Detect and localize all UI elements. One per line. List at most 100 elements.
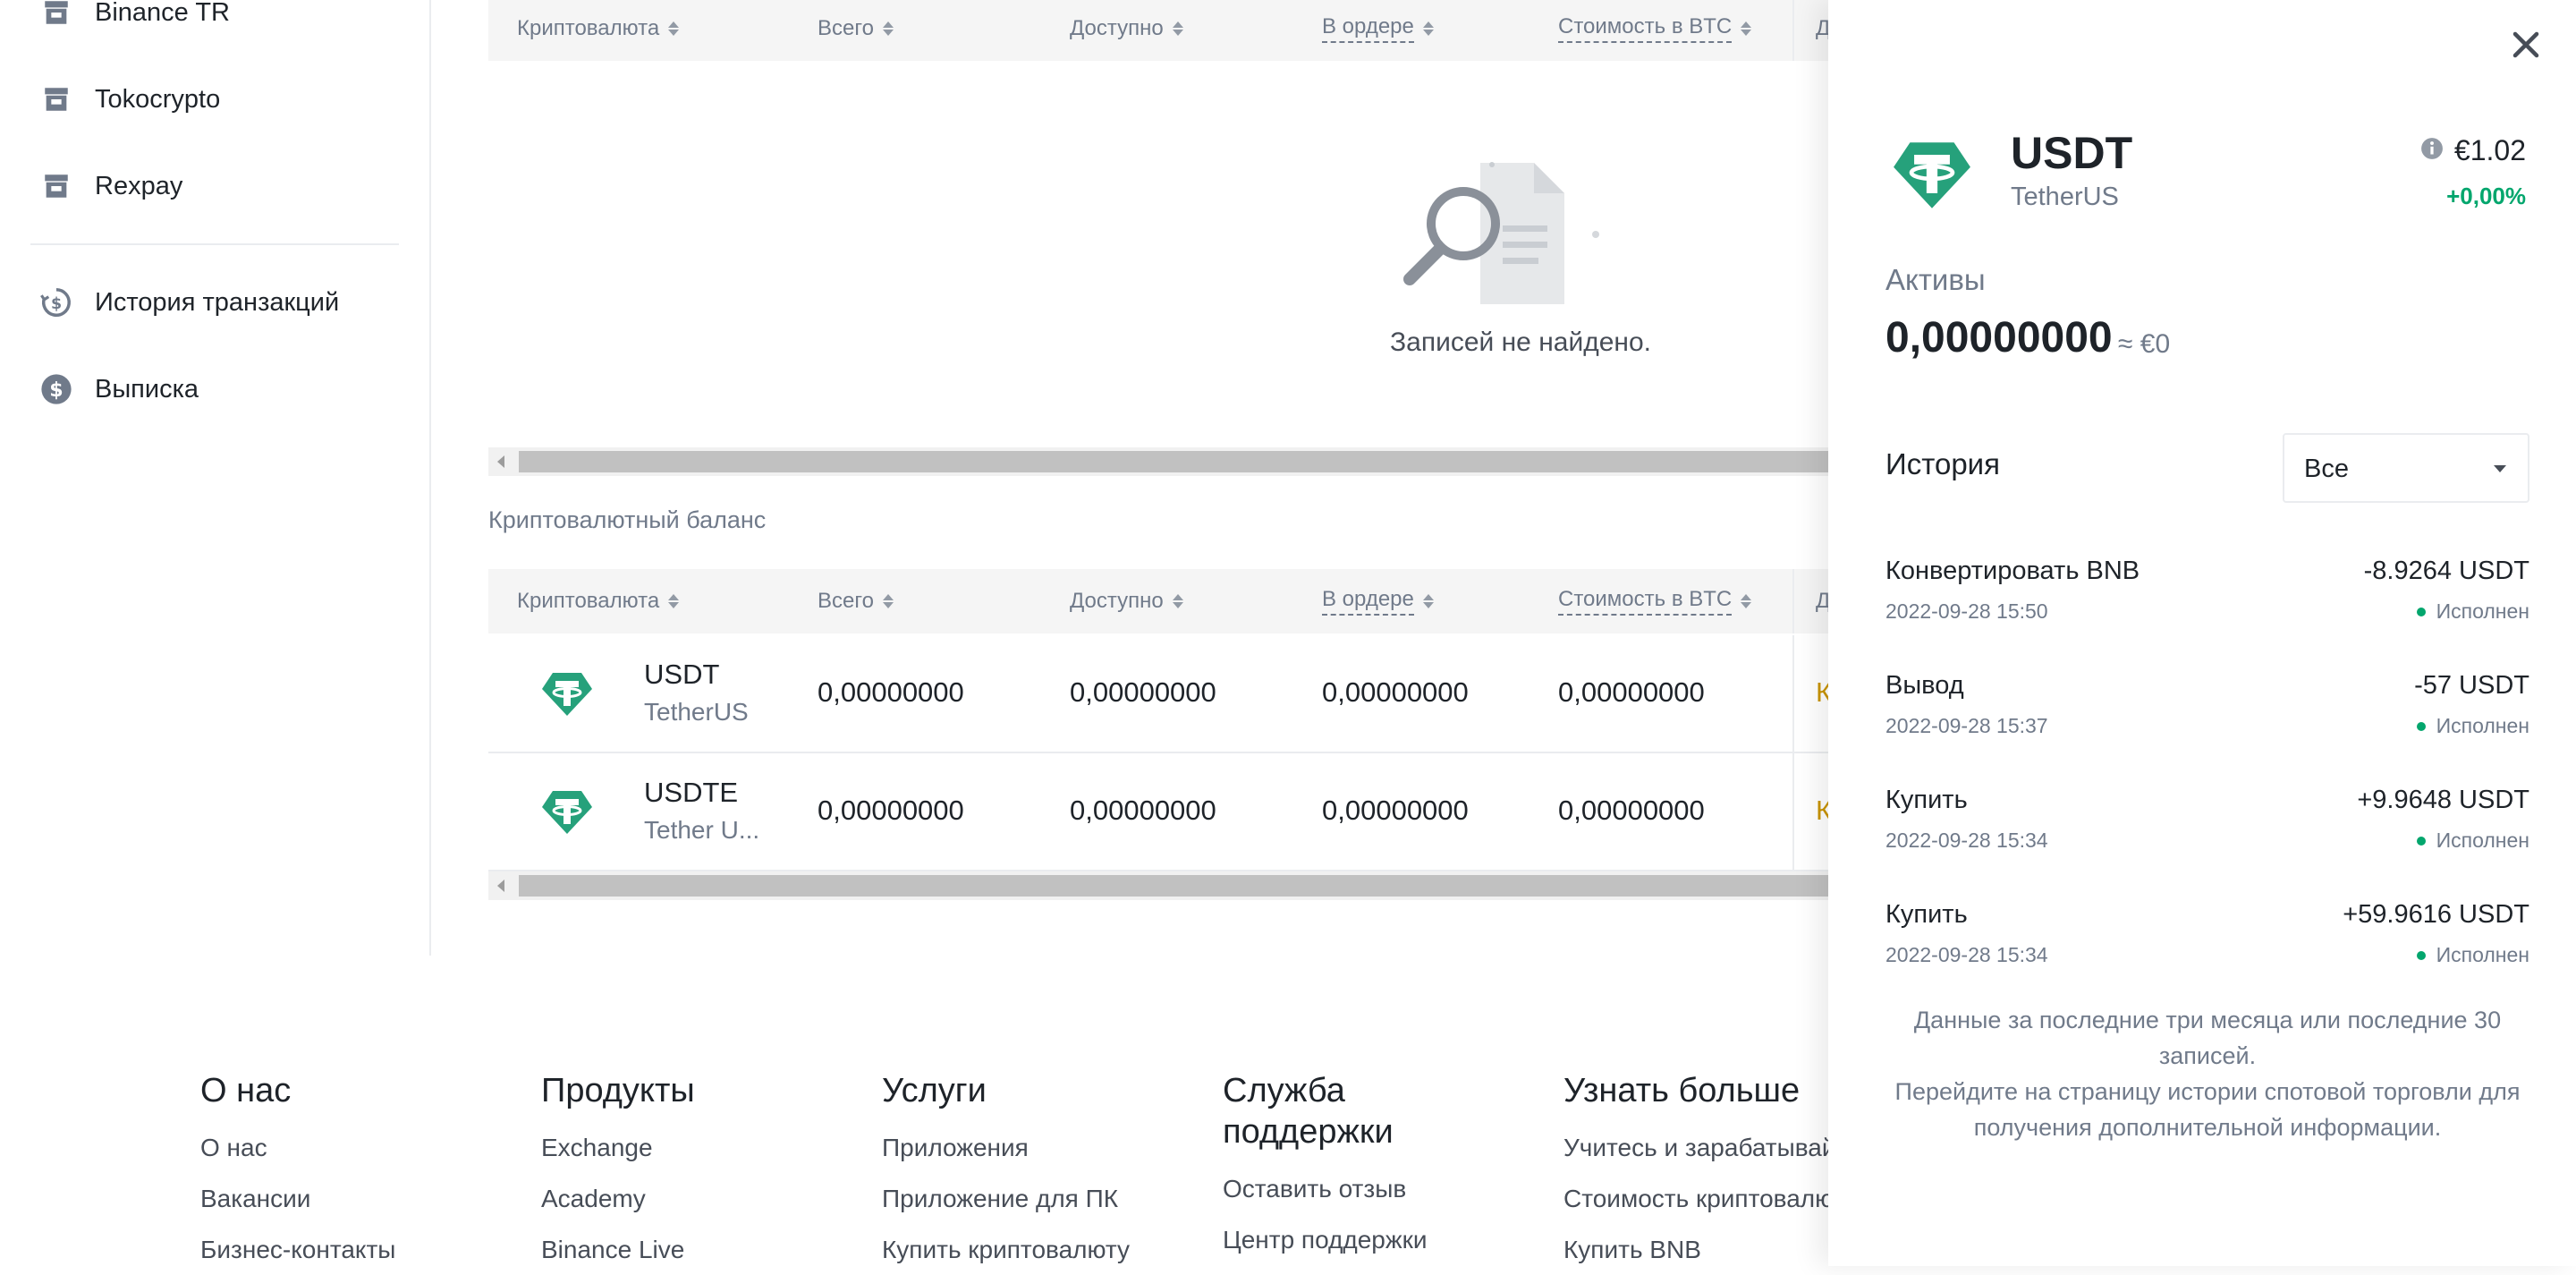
footer-link[interactable]: Вакансии — [200, 1173, 522, 1224]
column-header-crypto[interactable]: Криптовалюта — [517, 0, 680, 61]
column-header-btc-value[interactable]: Стоимость в BTC — [1558, 0, 1752, 61]
footer-link[interactable]: Стоимость криптовалют — [1563, 1173, 1828, 1224]
column-header-available[interactable]: Доступно — [1070, 569, 1183, 633]
scroll-left-arrow-icon[interactable] — [497, 455, 504, 468]
table-row[interactable]: USDTE Tether U... 0,00000000 0,00000000 … — [488, 753, 1832, 871]
horizontal-scrollbar[interactable] — [488, 447, 1830, 476]
column-header-in-order[interactable]: В ордере — [1322, 0, 1434, 61]
history-note-link[interactable]: Перейдите на страницу истории спотовой т… — [1885, 1074, 2529, 1145]
footer-link[interactable]: Центр поддержки — [1223, 1214, 1473, 1265]
history-type: Купить — [1885, 900, 1968, 929]
footer-column-products: Продукты Exchange Academy Binance Live — [541, 1070, 863, 1275]
store-icon — [39, 82, 73, 116]
balance-table-header: Криптовалюта Всего Доступно В ордере Сто… — [488, 569, 1830, 633]
tether-logo-icon — [540, 667, 594, 721]
sidebar-item-tokocrypto[interactable]: Tokocrypto — [39, 72, 220, 126]
footer-column-learn-more: Узнать больше Учитесь и зарабатывайте Ст… — [1563, 1070, 1828, 1275]
history-time: 2022-09-28 15:50 — [1885, 599, 2048, 623]
svg-text:$: $ — [51, 295, 62, 313]
footer-link[interactable]: Купить криптовалюту — [882, 1224, 1204, 1275]
cell-in-order: 0,00000000 — [1322, 676, 1469, 708]
cell-in-order: 0,00000000 — [1322, 795, 1469, 826]
cell-btc-value: 0,00000000 — [1558, 795, 1705, 826]
column-separator — [1792, 635, 1794, 752]
scroll-left-arrow-icon[interactable] — [497, 880, 504, 892]
history-item[interactable]: Купить +9.9648 USDT 2022-09-28 15:34 Исп… — [1885, 786, 2529, 875]
column-header-btc-value[interactable]: Стоимость в BTC — [1558, 569, 1752, 633]
column-header-in-order[interactable]: В ордере — [1322, 569, 1434, 633]
footer-link[interactable]: Приложения — [882, 1122, 1204, 1173]
info-icon[interactable] — [2420, 134, 2444, 167]
coin-symbol: USDT — [644, 659, 720, 690]
store-icon — [39, 0, 73, 30]
sidebar-item-label: Binance TR — [95, 0, 230, 27]
footer-link[interactable]: Оставить отзыв — [1223, 1163, 1473, 1214]
history-filter-select[interactable]: Все — [2283, 433, 2529, 503]
sidebar-item-label: История транзакций — [95, 287, 340, 317]
history-item[interactable]: Конвертировать BNB -8.9264 USDT 2022-09-… — [1885, 557, 2529, 646]
scrollbar-thumb[interactable] — [519, 451, 1830, 472]
history-note-line: Данные за последние три месяца или после… — [1913, 1007, 2502, 1069]
history-time: 2022-09-28 15:34 — [1885, 829, 2048, 852]
sort-icon — [1741, 21, 1752, 36]
column-separator — [1792, 569, 1794, 633]
sidebar-item-transaction-history[interactable]: $ История транзакций — [39, 276, 339, 329]
column-header-total[interactable]: Всего — [818, 0, 894, 61]
history-type: Купить — [1885, 786, 1968, 814]
sidebar-item-label: Rexpay — [95, 171, 183, 200]
sort-icon — [1422, 594, 1434, 608]
column-header-available[interactable]: Доступно — [1070, 0, 1183, 61]
footer-link[interactable]: Бизнес-контакты — [200, 1224, 522, 1275]
footer-column-title: Узнать больше — [1563, 1072, 1801, 1109]
sort-icon — [882, 21, 894, 36]
close-icon[interactable] — [2508, 27, 2544, 63]
history-item[interactable]: Вывод -57 USDT 2022-09-28 15:37 Исполнен — [1885, 671, 2529, 761]
sidebar-item-rexpay[interactable]: Rexpay — [39, 159, 182, 213]
coin-symbol: USDTE — [644, 777, 739, 808]
horizontal-scrollbar[interactable] — [488, 871, 1830, 900]
coin-name: Tether U... — [644, 816, 760, 844]
history-dollar-icon: $ — [39, 285, 73, 319]
status-dot-icon — [2416, 721, 2426, 731]
footer-column-support: Служба поддержки Оставить отзыв Центр по… — [1223, 1070, 1473, 1265]
asset-symbol: USDT — [2011, 128, 2133, 178]
cell-btc-value: 0,00000000 — [1558, 676, 1705, 708]
footer-link[interactable]: Exchange — [541, 1122, 863, 1173]
history-status: Исполнен — [2416, 714, 2529, 738]
scrollbar-thumb[interactable] — [519, 875, 1830, 897]
dollar-coin-icon: $ — [39, 372, 73, 406]
sort-icon — [668, 594, 680, 608]
assets-label: Активы — [1885, 263, 1986, 296]
footer-link[interactable]: Приложение для ПК — [882, 1173, 1204, 1224]
cell-total: 0,00000000 — [818, 795, 964, 826]
history-status: Исполнен — [2416, 943, 2529, 967]
assets-approx-value: ≈ €0 — [2118, 329, 2171, 359]
table-row[interactable]: USDT TetherUS 0,00000000 0,00000000 0,00… — [488, 635, 1832, 753]
sidebar-item-binance-tr[interactable]: Binance TR — [39, 0, 230, 39]
column-header-crypto[interactable]: Криптовалюта — [517, 569, 680, 633]
footer-link[interactable]: О нас — [200, 1122, 522, 1173]
status-dot-icon — [2416, 950, 2426, 960]
asset-name: TetherUS — [2011, 183, 2119, 211]
asset-price: €1.02 — [2420, 134, 2526, 167]
sort-icon — [1422, 21, 1434, 36]
status-dot-icon — [2416, 607, 2426, 616]
column-separator — [1792, 753, 1794, 870]
history-item[interactable]: Купить +59.9616 USDT 2022-09-28 15:34 Ис… — [1885, 900, 2529, 990]
sort-icon — [1172, 594, 1183, 608]
column-separator — [1792, 0, 1794, 61]
cell-available: 0,00000000 — [1070, 795, 1216, 826]
sidebar-item-label: Выписка — [95, 374, 199, 404]
history-time: 2022-09-28 15:34 — [1885, 943, 2048, 966]
footer-link[interactable]: Binance Live — [541, 1224, 863, 1275]
history-amount: -57 USDT — [2414, 671, 2529, 700]
coin-name: TetherUS — [644, 698, 749, 726]
footer-link[interactable]: Academy — [541, 1173, 863, 1224]
history-note: Данные за последние три месяца или после… — [1885, 1002, 2529, 1145]
price-change: +0,00% — [2446, 183, 2526, 209]
footer-link[interactable]: Купить BNB — [1563, 1224, 1828, 1275]
column-header-total[interactable]: Всего — [818, 569, 894, 633]
footer-column-title: О нас — [200, 1072, 292, 1109]
footer-link[interactable]: Учитесь и зарабатывайте — [1563, 1122, 1828, 1173]
sidebar-item-statement[interactable]: $ Выписка — [39, 362, 199, 416]
